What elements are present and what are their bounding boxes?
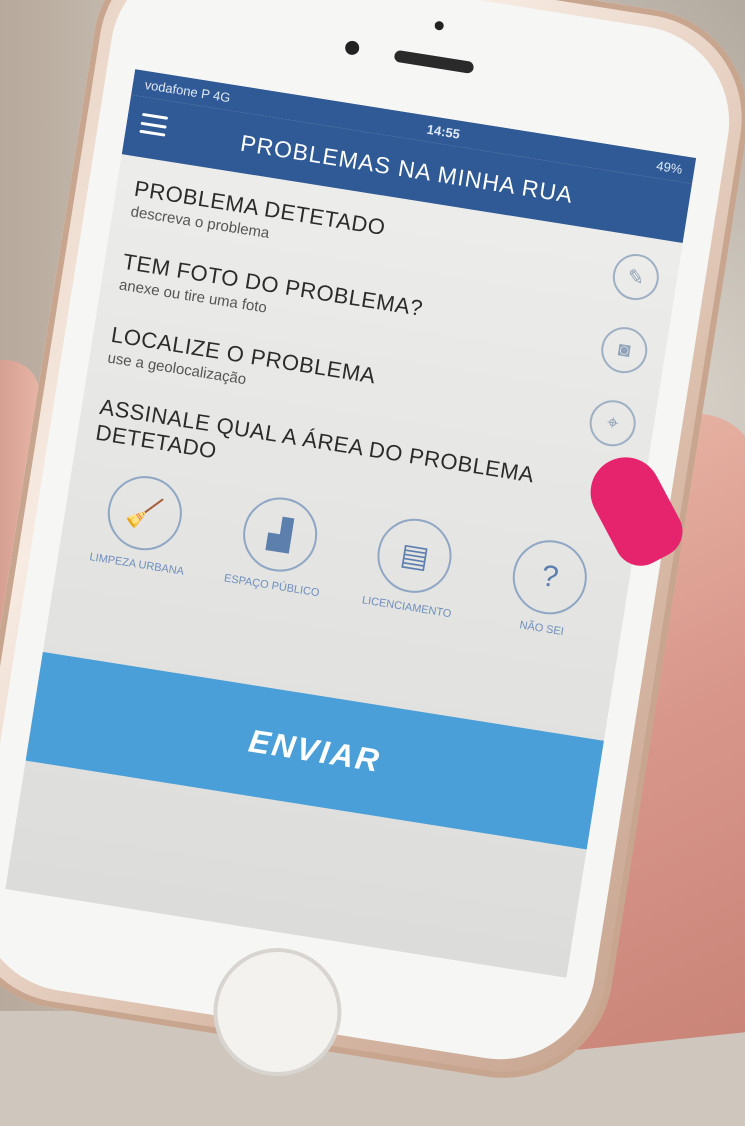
- building-icon: ▟: [237, 492, 323, 577]
- document-icon: ▤: [372, 513, 458, 599]
- camera-icon[interactable]: ◙: [597, 323, 651, 377]
- area-option-limpeza[interactable]: 🧹 LIMPEZA URBANA: [81, 468, 205, 580]
- send-button[interactable]: ENVIAR: [5, 647, 634, 855]
- area-option-licenciamento[interactable]: ▤ LICENCIAMENTO: [351, 511, 475, 623]
- hamburger-menu-icon[interactable]: [139, 112, 169, 137]
- area-label: ESPAÇO PÚBLICO: [223, 572, 321, 600]
- battery-level: 49%: [655, 157, 684, 177]
- question-icon: ?: [507, 534, 593, 620]
- broom-icon: 🧹: [102, 470, 188, 556]
- pencil-icon[interactable]: ✎: [609, 250, 663, 304]
- area-option-espaco[interactable]: ▟ ESPAÇO PÚBLICO: [216, 489, 340, 601]
- area-label: LIMPEZA URBANA: [88, 551, 185, 578]
- location-icon[interactable]: ⌖: [586, 396, 639, 450]
- area-label: NÃO SEI: [518, 619, 565, 639]
- area-label: LICENCIAMENTO: [361, 594, 453, 621]
- area-option-nao-sei[interactable]: ? NÃO SEI: [486, 532, 610, 644]
